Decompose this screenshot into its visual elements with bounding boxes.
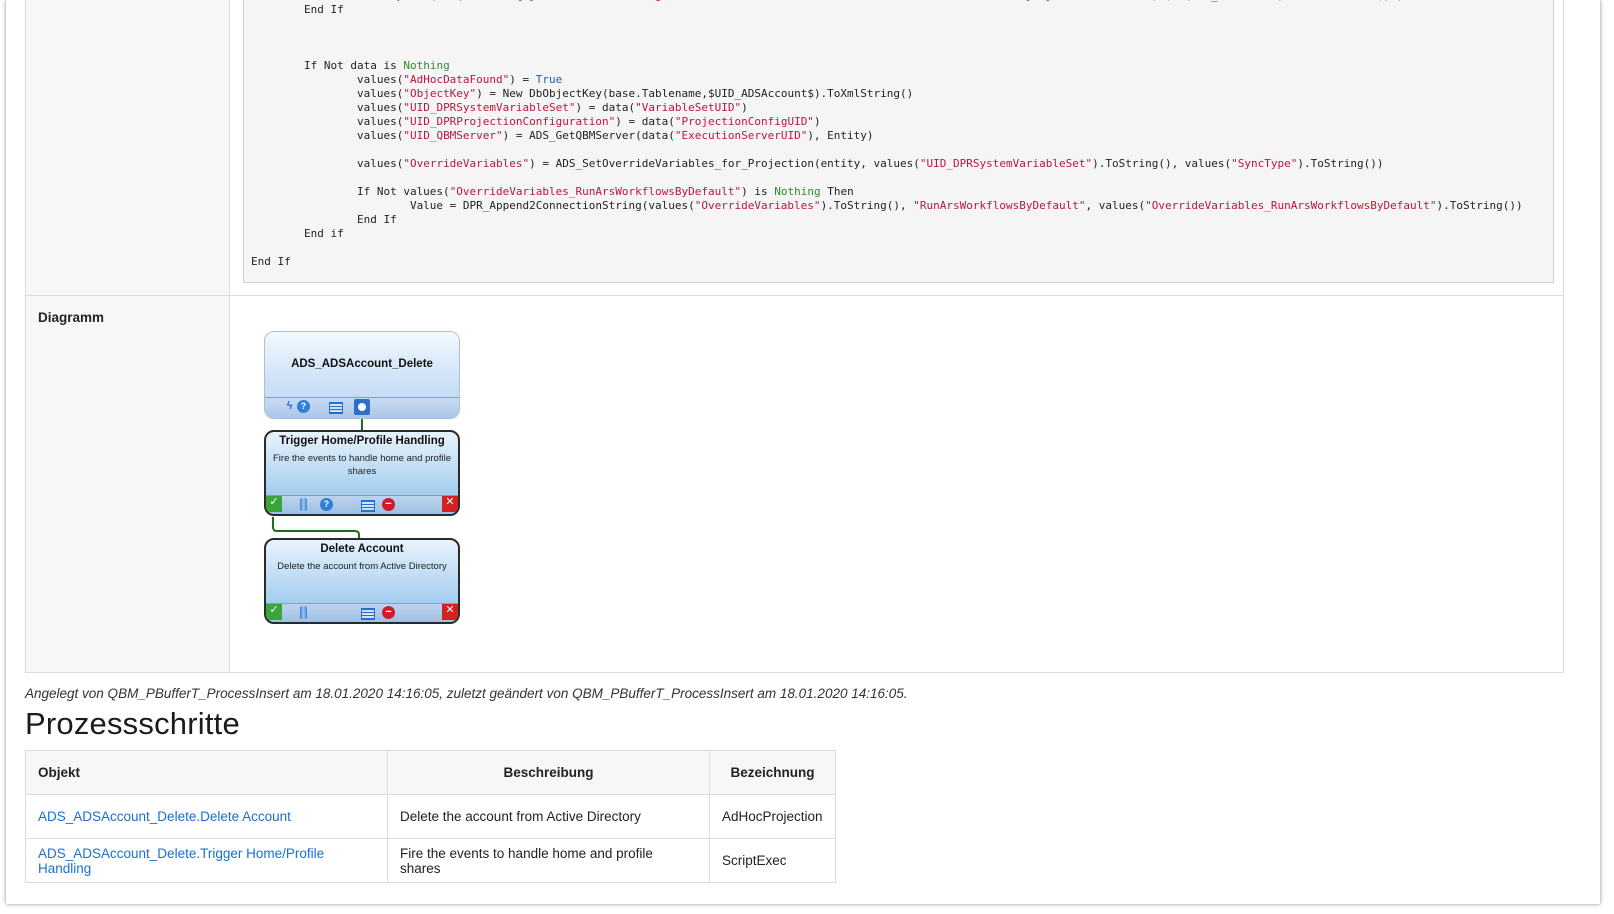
- grid-icon[interactable]: [361, 500, 375, 512]
- connection-point-icon[interactable]: [354, 399, 370, 415]
- check-icon[interactable]: ✓: [266, 496, 282, 512]
- process-steps-table: Objekt Beschreibung Bezeichnung ADS_ADSA…: [25, 750, 836, 883]
- object-link[interactable]: ADS_ADSAccount_Delete.Trigger Home/Profi…: [38, 846, 324, 876]
- node-description: Fire the events to handle home and profi…: [273, 453, 451, 477]
- node-toolbar: ϟ ?: [265, 397, 459, 418]
- diagram-node-delete-account[interactable]: Delete Account Delete the account from A…: [264, 538, 460, 624]
- diagram-node-start[interactable]: ADS_ADSAccount_Delete ϟ ?: [264, 331, 460, 419]
- change-metadata: Angelegt von QBM_PBufferT_ProcessInsert …: [25, 686, 908, 701]
- lightning-icon[interactable]: ϟ: [283, 400, 296, 413]
- object-link[interactable]: ADS_ADSAccount_Delete.Delete Account: [38, 809, 291, 824]
- close-icon[interactable]: ✕: [442, 496, 458, 512]
- script-icon[interactable]: [300, 498, 307, 511]
- table-row: ADS_ADSAccount_Delete.Trigger Home/Profi…: [25, 838, 836, 883]
- node-title: ADS_ADSAccount_Delete: [291, 358, 433, 370]
- help-icon[interactable]: ?: [320, 498, 333, 511]
- grid-icon[interactable]: [329, 402, 343, 414]
- node-toolbar: ✓ − ✕: [266, 603, 458, 622]
- node-title: Trigger Home/Profile Handling: [279, 435, 445, 447]
- section-heading: Prozessschritte: [25, 706, 240, 741]
- stop-icon[interactable]: −: [382, 498, 395, 511]
- table-row: ADS_ADSAccount_Delete.Delete Account Del…: [25, 794, 836, 839]
- column-header-object[interactable]: Objekt: [25, 750, 388, 795]
- object-cell: ADS_ADSAccount_Delete.Delete Account: [25, 794, 388, 839]
- name-cell: AdHocProjection: [709, 794, 836, 839]
- success-connector: [272, 517, 360, 539]
- node-description: Delete the account from Active Directory: [277, 561, 447, 572]
- description-cell: Fire the events to handle home and profi…: [387, 838, 710, 883]
- close-icon[interactable]: ✕: [442, 604, 458, 620]
- table-header-row: Objekt Beschreibung Bezeichnung: [25, 750, 836, 795]
- script-icon[interactable]: [300, 606, 307, 619]
- stop-icon[interactable]: −: [382, 606, 395, 619]
- diagram-node-trigger-home-profile[interactable]: Trigger Home/Profile Handling Fire the e…: [264, 430, 460, 516]
- node-toolbar: ✓ ? − ✕: [266, 495, 458, 514]
- grid-icon[interactable]: [361, 608, 375, 620]
- description-cell: Delete the account from Active Directory: [387, 794, 710, 839]
- column-header-name[interactable]: Bezeichnung: [709, 750, 836, 795]
- object-cell: ADS_ADSAccount_Delete.Trigger Home/Profi…: [25, 838, 388, 883]
- node-title: Delete Account: [320, 543, 404, 555]
- name-cell: ScriptExec: [709, 838, 836, 883]
- column-header-description[interactable]: Beschreibung: [387, 750, 710, 795]
- check-icon[interactable]: ✓: [266, 604, 282, 620]
- help-icon[interactable]: ?: [297, 400, 310, 413]
